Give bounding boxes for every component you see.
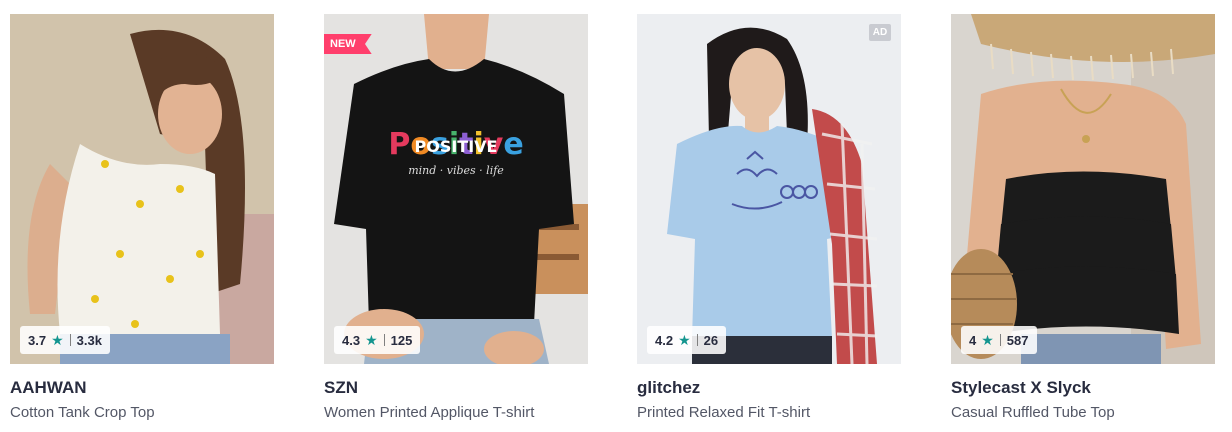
product-card-aahwan[interactable]: 3.7 ★ 3.3k AAHWAN Cotton Tank Crop Top [10,14,274,424]
product-image[interactable]: AD 4.2 ★ 26 [637,14,901,364]
product-card-stylecast[interactable]: 4 ★ 587 Stylecast X Slyck Casual Ruffled… [951,14,1215,424]
star-icon: ★ [678,331,691,348]
product-name[interactable]: Women Printed Applique T-shirt [324,404,588,421]
product-name[interactable]: Cotton Tank Crop Top [10,404,274,421]
rating-value: 4.3 [342,332,361,348]
rating-badge: 4.3 ★ 125 [334,326,421,354]
product-name[interactable]: Casual Ruffled Tube Top [951,404,1215,421]
product-grid: 3.7 ★ 3.3k AAHWAN Cotton Tank Crop Top P… [0,0,1232,432]
product-card-szn[interactable]: Positive POSITIVE mind · vibes · life NE… [324,14,588,424]
product-image[interactable]: 4 ★ 587 [951,14,1215,364]
rating-badge: 4.2 ★ 26 [647,326,727,354]
rating-count: 26 [703,332,719,348]
star-icon: ★ [981,331,994,348]
star-icon: ★ [51,331,64,348]
rating-value: 3.7 [28,332,47,348]
product-brand[interactable]: glitchez [637,378,901,398]
product-photo-relaxed-tee [637,14,901,364]
product-image[interactable]: 3.7 ★ 3.3k [10,14,274,364]
rating-value: 4 [969,332,977,348]
product-card-glitchez[interactable]: AD 4.2 ★ 26 glitchez Printed Relaxed Fit… [637,14,901,424]
print-subtitle: mind · vibes · life [408,164,504,177]
rating-value: 4.2 [655,332,674,348]
rating-count: 125 [390,332,413,348]
rating-divider [69,334,71,346]
rating-badge: 3.7 ★ 3.3k [20,326,110,354]
rating-count: 587 [1006,332,1029,348]
rating-count: 3.3k [76,332,102,348]
star-icon: ★ [365,331,378,348]
product-photo-cotton-tank [10,14,274,364]
rating-divider [999,334,1001,346]
new-badge: NEW [324,34,372,54]
print-title: POSITIVE [415,137,498,156]
product-brand[interactable]: AAHWAN [10,378,274,398]
rating-divider [696,334,698,346]
product-name[interactable]: Printed Relaxed Fit T-shirt [637,404,901,421]
rating-divider [383,334,385,346]
rating-badge: 4 ★ 587 [961,326,1037,354]
product-image[interactable]: Positive POSITIVE mind · vibes · life NE… [324,14,588,364]
ad-badge: AD [869,24,891,41]
product-brand[interactable]: SZN [324,378,588,398]
product-photo-positive-tee: Positive POSITIVE mind · vibes · life [324,14,588,364]
product-brand[interactable]: Stylecast X Slyck [951,378,1215,398]
product-photo-ruffled-tube [951,14,1215,364]
